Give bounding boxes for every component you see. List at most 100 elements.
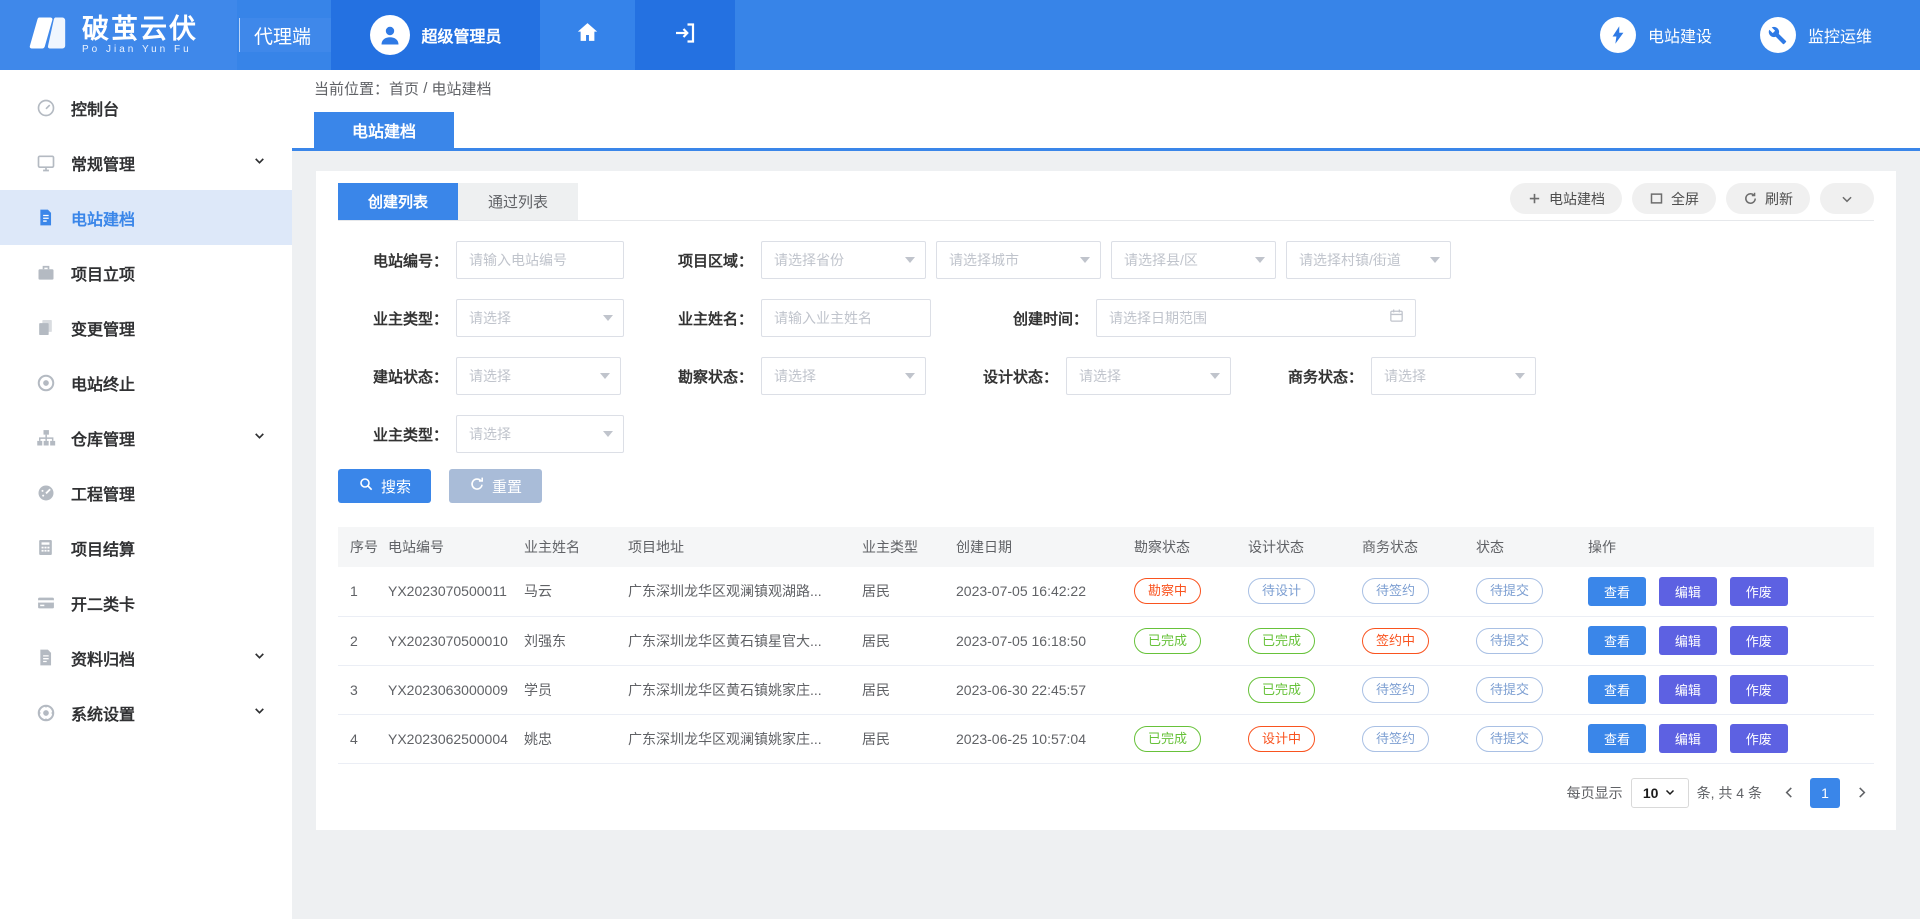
- content-area: 创建列表 通过列表 电站建档 全屏: [292, 151, 1920, 919]
- page-number-button[interactable]: 1: [1810, 778, 1840, 808]
- date-range-input[interactable]: 请选择日期范围: [1096, 299, 1416, 337]
- status-badge: 待提交: [1476, 677, 1543, 703]
- user-name: 超级管理员: [422, 23, 502, 47]
- nav-station-build[interactable]: 电站建设: [1600, 0, 1712, 70]
- owner-type-select[interactable]: 请选择: [456, 299, 624, 337]
- status-badge: 已完成: [1134, 726, 1201, 752]
- void-button[interactable]: 作废: [1730, 577, 1788, 606]
- business-status-select[interactable]: 请选择: [1371, 357, 1536, 395]
- search-button[interactable]: 搜索: [338, 469, 431, 503]
- fullscreen-icon: [1649, 191, 1664, 206]
- sidebar-item-project-initiation[interactable]: 项目立项: [0, 245, 292, 300]
- nav-monitor-ops[interactable]: 监控运维: [1760, 0, 1872, 70]
- reset-button[interactable]: 重置: [449, 469, 542, 503]
- logout-button[interactable]: [635, 0, 735, 70]
- town-select[interactable]: 请选择村镇/街道: [1286, 241, 1451, 279]
- view-button[interactable]: 查看: [1588, 724, 1646, 753]
- card-toolbar: 电站建档 全屏 刷新: [1510, 183, 1874, 220]
- station-no-label: 电站编号：: [338, 250, 448, 271]
- gauge-icon: [36, 483, 56, 503]
- sidebar: 控制台 常规管理 电站建档 项目立项 变更管理 电站终止: [0, 70, 292, 919]
- edit-button[interactable]: 编辑: [1659, 626, 1717, 655]
- status-badge: 待提交: [1476, 628, 1543, 654]
- prev-page-button[interactable]: [1776, 778, 1802, 808]
- sidebar-item-station-terminate[interactable]: 电站终止: [0, 355, 292, 410]
- owner-type-label: 业主类型：: [338, 308, 448, 329]
- fullscreen-button[interactable]: 全屏: [1632, 183, 1716, 214]
- tab-create-list[interactable]: 创建列表: [338, 183, 458, 220]
- survey-status-label: 勘察状态：: [643, 366, 753, 387]
- table-row: 2 YX2023070500010 刘强东 广东深圳龙华区黄石镇星官大... 居…: [338, 616, 1874, 665]
- status-badge: 已完成: [1134, 628, 1201, 654]
- per-page-select[interactable]: 10: [1631, 778, 1689, 808]
- status-badge: 待提交: [1476, 726, 1543, 752]
- document-icon: [36, 648, 56, 668]
- collapse-button[interactable]: [1820, 183, 1874, 214]
- view-button[interactable]: 查看: [1588, 577, 1646, 606]
- build-status-select[interactable]: 请选择: [456, 357, 621, 395]
- page-tab-bar: 电站建档: [292, 107, 1920, 151]
- survey-status-select[interactable]: 请选择: [761, 357, 926, 395]
- design-status-select[interactable]: 请选择: [1066, 357, 1231, 395]
- current-user[interactable]: 超级管理员: [331, 0, 540, 70]
- station-table: 序号 电站编号 业主姓名 项目地址 业主类型 创建日期 勘察状态 设计状态 商务…: [338, 527, 1874, 764]
- caret-down-icon: [905, 257, 915, 263]
- province-select[interactable]: 请选择省份: [761, 241, 926, 279]
- void-button[interactable]: 作废: [1730, 724, 1788, 753]
- sidebar-item-engineering-mgmt[interactable]: 工程管理: [0, 465, 292, 520]
- void-button[interactable]: 作废: [1730, 675, 1788, 704]
- calendar-icon: [1388, 307, 1405, 329]
- lightning-icon: [1600, 17, 1636, 53]
- add-station-button[interactable]: 电站建档: [1510, 183, 1622, 214]
- void-button[interactable]: 作废: [1730, 626, 1788, 655]
- sidebar-item-open-type2-card[interactable]: 开二类卡: [0, 575, 292, 630]
- caret-down-icon: [1515, 373, 1525, 379]
- home-button[interactable]: [540, 0, 635, 70]
- sidebar-item-change-mgmt[interactable]: 变更管理: [0, 300, 292, 355]
- table-row: 3 YX2023063000009 学员 广东深圳龙华区黄石镇姚家庄... 居民…: [338, 665, 1874, 714]
- tab-passed-list[interactable]: 通过列表: [458, 183, 578, 220]
- brand-title: 破茧云伏: [82, 14, 198, 44]
- owner-type2-label: 业主类型：: [338, 424, 448, 445]
- page-tab-station-archive[interactable]: 电站建档: [314, 112, 454, 148]
- status-badge: 待签约: [1362, 677, 1429, 703]
- view-button[interactable]: 查看: [1588, 675, 1646, 704]
- table-row: 1 YX2023070500011 马云 广东深圳龙华区观澜镇观湖路... 居民…: [338, 567, 1874, 616]
- city-select[interactable]: 请选择城市: [936, 241, 1101, 279]
- sidebar-item-console[interactable]: 控制台: [0, 80, 292, 135]
- station-no-input[interactable]: [456, 241, 624, 279]
- nav-monitor-ops-label: 监控运维: [1808, 23, 1872, 47]
- edit-button[interactable]: 编辑: [1659, 724, 1717, 753]
- plus-icon: [1527, 191, 1542, 206]
- sidebar-item-station-archive[interactable]: 电站建档: [0, 190, 292, 245]
- county-select[interactable]: 请选择县/区: [1111, 241, 1276, 279]
- per-page-label: 每页显示: [1567, 783, 1623, 803]
- caret-down-icon: [905, 373, 915, 379]
- next-page-button[interactable]: [1848, 778, 1874, 808]
- sidebar-item-project-settlement[interactable]: 项目结算: [0, 520, 292, 575]
- sidebar-item-warehouse-mgmt[interactable]: 仓库管理: [0, 410, 292, 465]
- monitor-icon: [36, 153, 56, 173]
- caret-down-icon: [1664, 785, 1676, 801]
- edit-button[interactable]: 编辑: [1659, 577, 1717, 606]
- logout-icon: [673, 21, 697, 50]
- breadcrumb-home-link[interactable]: 首页: [389, 78, 419, 99]
- sidebar-item-data-archive[interactable]: 资料归档: [0, 630, 292, 685]
- refresh-button[interactable]: 刷新: [1726, 183, 1810, 214]
- wrench-icon: [1760, 17, 1796, 53]
- status-badge: 勘察中: [1134, 578, 1201, 604]
- region-label: 项目区域：: [643, 250, 753, 271]
- main-card: 创建列表 通过列表 电站建档 全屏: [316, 171, 1896, 830]
- breadcrumb-separator: /: [419, 80, 432, 97]
- view-button[interactable]: 查看: [1588, 626, 1646, 655]
- edit-button[interactable]: 编辑: [1659, 675, 1717, 704]
- pagination: 每页显示 10 条, 共 4 条 1: [338, 778, 1874, 808]
- owner-name-input[interactable]: [761, 299, 931, 337]
- owner-type2-select[interactable]: 请选择: [456, 415, 624, 453]
- sidebar-item-system-settings[interactable]: 系统设置: [0, 685, 292, 740]
- header-spacer: [735, 0, 1600, 70]
- top-header: 破茧云伏 Po Jian Yun Fu 代理端 超级管理员: [0, 0, 1920, 70]
- sidebar-item-general-mgmt[interactable]: 常规管理: [0, 135, 292, 190]
- refresh-icon: [1743, 191, 1758, 206]
- portal-label: 代理端: [239, 18, 331, 52]
